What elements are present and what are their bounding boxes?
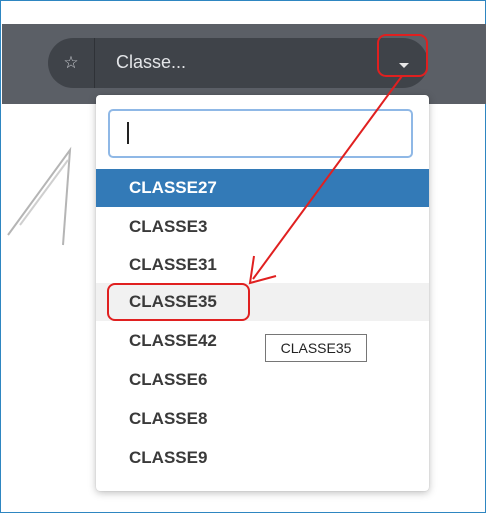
option-item[interactable]: CLASSE27 — [96, 169, 429, 207]
annotation-caret-highlight — [377, 34, 428, 77]
select-placeholder: Classe... — [116, 52, 187, 72]
option-item[interactable]: CLASSE42 — [96, 322, 429, 360]
tooltip: CLASSE35 — [265, 334, 367, 362]
annotation-item-highlight — [107, 283, 250, 321]
option-item[interactable]: CLASSE31 — [96, 246, 429, 284]
class-select[interactable] — [48, 38, 428, 88]
option-item[interactable]: CLASSE3 — [96, 208, 429, 246]
option-item[interactable]: CLASSE9 — [96, 439, 429, 477]
option-item[interactable]: CLASSE6 — [96, 361, 429, 399]
star-icon[interactable]: ☆ — [48, 38, 95, 88]
background-sketch — [7, 146, 72, 246]
search-input[interactable] — [108, 109, 413, 158]
text-cursor — [127, 122, 129, 144]
option-item[interactable]: CLASSE8 — [96, 400, 429, 438]
